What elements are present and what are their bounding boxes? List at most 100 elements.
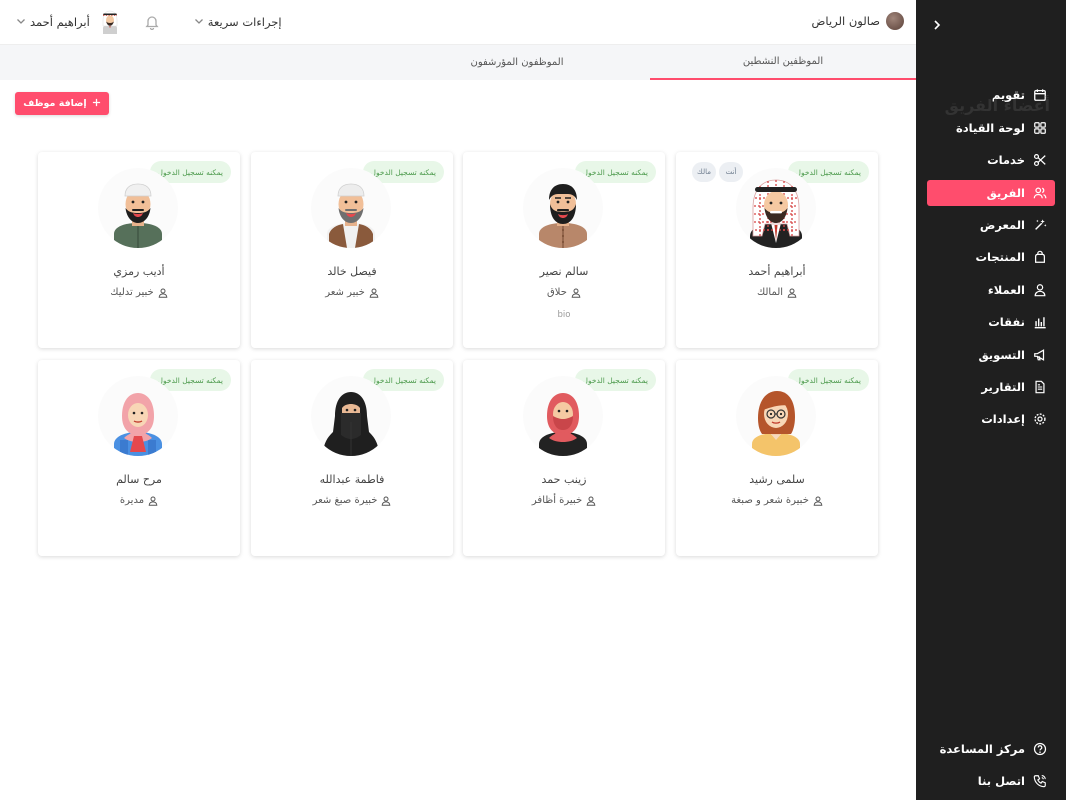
member-role-label: خبير شعر: [325, 287, 365, 298]
gear-icon: [1034, 413, 1046, 425]
avatar-woman-glasses: [736, 376, 816, 456]
salon-name: صالون الرياض: [811, 14, 880, 28]
sidebar: تقويم لوحة القيادة خدمات الفريق المعرض ا…: [916, 0, 1066, 800]
sidebar-item-gallery[interactable]: المعرض: [927, 212, 1055, 238]
salon-switcher[interactable]: صالون الرياض: [812, 12, 904, 30]
tab-active-staff[interactable]: الموظفين النشطين: [650, 45, 916, 80]
collapse-sidebar-chevron-icon[interactable]: [928, 16, 946, 34]
person-icon: [148, 496, 158, 506]
add-employee-button[interactable]: إضافة موظف: [15, 92, 109, 115]
sidebar-item-marketing[interactable]: التسويق: [927, 342, 1055, 368]
member-role-label: حلاق: [547, 287, 567, 298]
member-role: خبيرة شعر و صبغة: [676, 495, 878, 506]
avatar-man-ghutra: [736, 168, 816, 248]
sidebar-item-label: نفقات: [988, 315, 1025, 330]
sidebar-item-settings[interactable]: إعدادات: [927, 406, 1055, 432]
member-role-label: خبيرة صبغ شعر: [312, 495, 378, 506]
scissors-icon: [1033, 154, 1046, 167]
member-name: فاطمة عبدالله: [319, 473, 385, 486]
user-name: أبراهيم أحمد: [30, 15, 90, 29]
member-role: خبيرة صبغ شعر: [251, 495, 453, 506]
person-icon: [586, 496, 596, 506]
avatar-man-cap-vest: [311, 168, 391, 248]
sidebar-item-contact-us[interactable]: اتصل بنا: [927, 768, 1055, 794]
plus-icon: [92, 98, 101, 110]
team-member-card[interactable]: يمكنه تسجيل الدخول أنت مالك أبراهيم أحمد…: [676, 152, 878, 348]
member-role: خبير شعر: [251, 287, 453, 298]
member-role: مديرة: [38, 495, 240, 506]
member-name: مرح سالم: [116, 473, 162, 486]
team-member-card[interactable]: يمكنه تسجيل الدخول مرح سالم مديرة: [38, 360, 240, 556]
person-icon: [158, 288, 168, 298]
member-role-label: المالك: [756, 287, 784, 298]
member-role: خبيرة أظافر: [463, 495, 665, 506]
team-member-card[interactable]: يمكنه تسجيل الدخول سلمى رشيد خبيرة شعر و…: [676, 360, 878, 556]
sidebar-item-label: العملاء: [987, 282, 1025, 297]
tab-archived-staff[interactable]: الموظفون المؤرشفون: [384, 45, 650, 80]
person-icon: [382, 496, 391, 506]
person-icon: [787, 288, 797, 298]
chevron-down-icon: [194, 16, 204, 29]
avatar-woman-hijab-pink: [98, 376, 178, 456]
sparkles-icon: [1035, 219, 1047, 230]
avatar-man-beard: [523, 168, 603, 248]
member-name: فيصل خالد: [327, 265, 377, 278]
user-icon: [1034, 283, 1046, 297]
quick-actions-label: إجراءات سريعة: [207, 15, 282, 29]
sidebar-item-label: لوحة القيادة: [955, 120, 1025, 135]
dashboard-grid-icon: [1034, 121, 1046, 134]
team-member-card[interactable]: يمكنه تسجيل الدخول فاطمة عبدالله خبيرة ص…: [251, 360, 453, 556]
sidebar-item-label: المنتجات: [975, 250, 1025, 265]
sidebar-item-label: التقارير: [981, 379, 1025, 394]
quick-actions-dropdown[interactable]: إجراءات سريعة: [194, 15, 282, 29]
member-role: المالك: [676, 287, 878, 298]
person-icon: [369, 288, 379, 298]
document-icon: [1035, 380, 1045, 394]
member-role-label: خبير تدليك: [110, 287, 154, 298]
member-role: حلاق: [463, 287, 665, 298]
shopping-bag-icon: [1035, 251, 1045, 264]
sidebar-item-expenses[interactable]: نفقات: [927, 309, 1055, 335]
sidebar-item-label: الفريق: [986, 185, 1025, 200]
sidebar-item-label: مركز المساعدة: [939, 742, 1025, 756]
user-avatar: [100, 10, 120, 34]
sidebar-item-help-center[interactable]: مركز المساعدة: [927, 736, 1055, 762]
member-name: سلمى رشيد: [749, 473, 805, 486]
team-member-card[interactable]: يمكنه تسجيل الدخول أديب رمزي خبير تدليك: [38, 152, 240, 348]
page-title: أعضاء الفريق: [944, 96, 1050, 115]
member-role-label: خبيرة شعر و صبغة: [731, 495, 809, 506]
sidebar-item-clients[interactable]: العملاء: [927, 277, 1055, 303]
team-member-card[interactable]: يمكنه تسجيل الدخول زينب حمد خبيرة أظافر: [463, 360, 665, 556]
sidebar-item-products[interactable]: المنتجات: [927, 244, 1055, 270]
sidebar-item-reports[interactable]: التقارير: [927, 374, 1055, 400]
member-role-label: مديرة: [119, 495, 145, 506]
you-pill: أنت: [719, 162, 743, 182]
staff-tabs: الموظفين النشطين الموظفون المؤرشفون: [0, 45, 916, 80]
avatar-woman-hijab-red: [523, 376, 603, 456]
member-name: زينب حمد: [541, 473, 587, 486]
bell-icon[interactable]: [144, 14, 160, 31]
topbar: صالون الرياض أبراهيم أحمد إجراءات سريعة: [0, 0, 916, 45]
avatar-woman-niqab: [311, 376, 391, 456]
sidebar-item-dashboard[interactable]: لوحة القيادة: [927, 115, 1055, 141]
help-circle-icon: [1033, 742, 1047, 756]
sidebar-nav: تقويم لوحة القيادة خدمات الفريق المعرض ا…: [916, 76, 1066, 432]
topbar-left-group: أبراهيم أحمد إجراءات سريعة: [16, 10, 282, 34]
team-member-card[interactable]: يمكنه تسجيل الدخول فيصل خالد خبير شعر: [251, 152, 453, 348]
avatar-man-cap-green: [98, 168, 178, 248]
member-name: أديب رمزي: [113, 265, 165, 278]
salon-avatar: [886, 12, 904, 30]
user-menu[interactable]: أبراهيم أحمد: [16, 10, 120, 34]
sidebar-item-label: إعدادات: [981, 412, 1025, 427]
member-name: سالم نصير: [539, 265, 589, 278]
megaphone-icon: [1034, 348, 1045, 361]
person-icon: [571, 288, 581, 298]
member-role: خبير تدليك: [38, 287, 240, 298]
sidebar-item-label: اتصل بنا: [977, 774, 1025, 788]
member-name: أبراهيم أحمد: [748, 265, 806, 278]
sidebar-item-services[interactable]: خدمات: [927, 147, 1055, 173]
chevron-down-icon: [16, 16, 26, 29]
sidebar-item-team[interactable]: الفريق: [927, 179, 1055, 206]
team-member-card[interactable]: يمكنه تسجيل الدخول سالم نصير حلاق bio: [463, 152, 665, 348]
sidebar-item-label: المعرض: [979, 217, 1025, 232]
